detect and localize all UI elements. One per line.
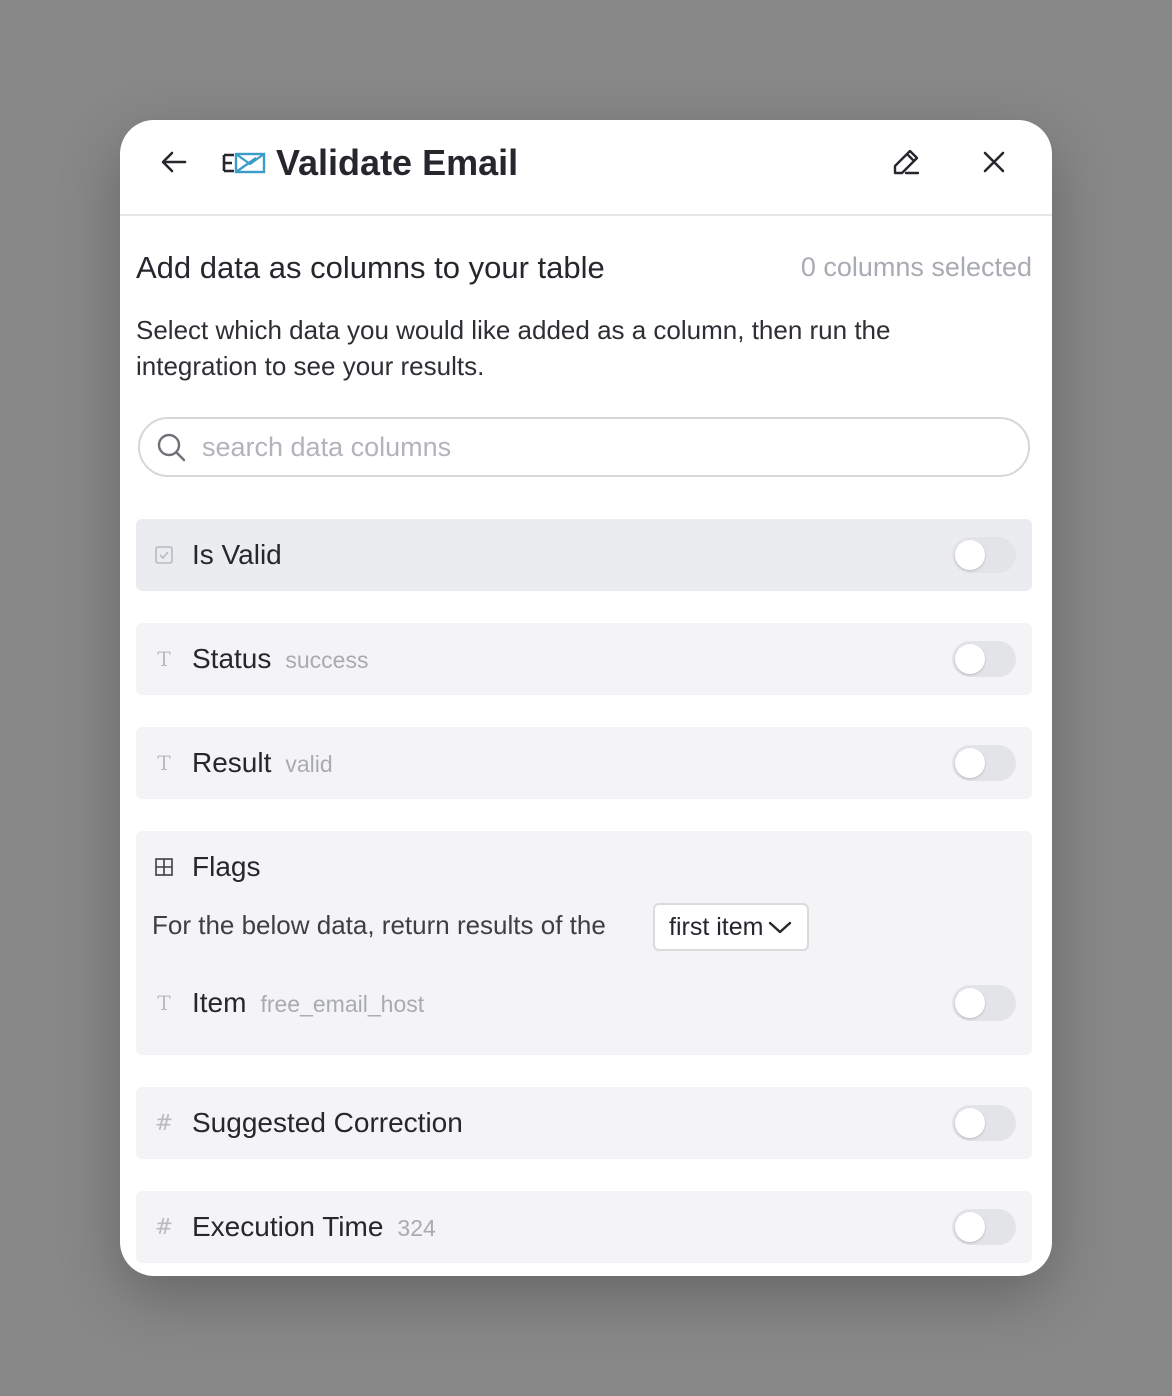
- item-position-dropdown[interactable]: first item: [653, 903, 810, 951]
- column-label: Suggested Correction: [192, 1107, 463, 1138]
- selected-count: 0 columns selected: [800, 252, 1032, 282]
- text-type-icon: T: [157, 751, 171, 775]
- section-description: Select which data you would like added a…: [136, 315, 891, 381]
- edit-button[interactable]: [882, 138, 930, 186]
- text-type-icon: T: [157, 991, 171, 1015]
- flags-label: Flags: [192, 851, 261, 882]
- column-sample: free_email_host: [260, 991, 425, 1017]
- search-box: [138, 417, 1030, 477]
- result-toggle[interactable]: [952, 745, 1016, 781]
- column-row-status[interactable]: T Status success: [136, 623, 1032, 695]
- arrow-left-icon: [161, 151, 187, 173]
- validate-email-logo-icon: [222, 152, 266, 174]
- is-valid-toggle[interactable]: [952, 537, 1016, 573]
- column-sample: valid: [285, 751, 333, 777]
- close-icon: [983, 151, 1005, 173]
- validate-email-modal: Validate Email Add data as columns to yo…: [120, 120, 1052, 1276]
- column-label: Is Valid: [192, 539, 282, 570]
- back-button[interactable]: [150, 138, 198, 186]
- suggested-correction-toggle[interactable]: [952, 1105, 1016, 1141]
- column-label: Execution Time 324: [192, 1211, 436, 1242]
- pencil-icon: [893, 149, 920, 175]
- column-row-suggested-correction[interactable]: # Suggested Correction: [136, 1087, 1032, 1159]
- column-row-is-valid[interactable]: Is Valid: [136, 519, 1032, 591]
- section-title: Add data as columns to your table: [136, 250, 605, 285]
- chevron-down-icon: [767, 917, 793, 937]
- column-row-execution-time[interactable]: # Execution Time 324: [136, 1191, 1032, 1263]
- number-type-icon: #: [154, 1214, 174, 1240]
- checkbox-icon: [152, 543, 176, 567]
- status-toggle[interactable]: [952, 641, 1016, 677]
- item-toggle[interactable]: [952, 985, 1016, 1021]
- number-type-icon: #: [154, 1110, 174, 1136]
- close-button[interactable]: [970, 138, 1018, 186]
- text-type-icon: T: [157, 647, 171, 671]
- column-sample: 324: [397, 1215, 436, 1241]
- column-label: Item free_email_host: [192, 987, 425, 1018]
- search-input[interactable]: [200, 430, 1004, 464]
- column-sample: success: [285, 647, 369, 673]
- execution-time-toggle[interactable]: [952, 1209, 1016, 1245]
- column-row-result[interactable]: T Result valid: [136, 727, 1032, 799]
- column-row-item[interactable]: T Item free_email_host: [136, 967, 1032, 1039]
- modal-header: Validate Email: [120, 120, 1052, 216]
- column-group-flags: Flags For the below data, return results…: [136, 831, 1032, 1055]
- search-icon: [154, 430, 188, 464]
- column-label: Result valid: [192, 747, 333, 778]
- column-label: Status success: [192, 643, 369, 674]
- return-results-text: For the below data, return results of th…: [152, 910, 606, 940]
- modal-title: Validate Email: [276, 142, 519, 183]
- table-icon: [152, 855, 176, 879]
